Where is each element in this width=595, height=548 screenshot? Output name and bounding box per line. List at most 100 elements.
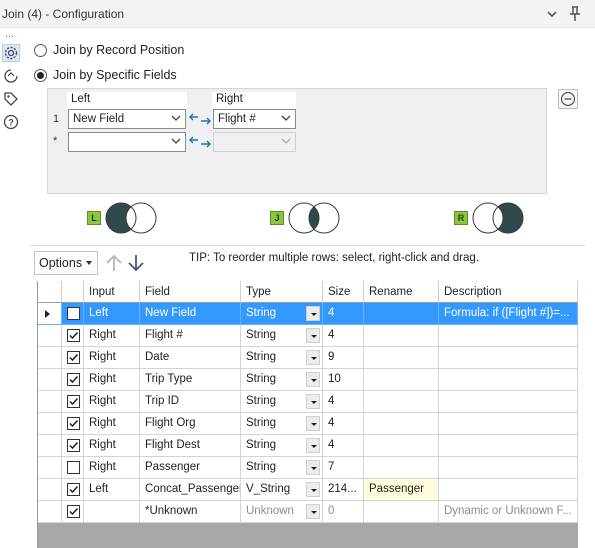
input-cell[interactable]: Left xyxy=(84,479,140,501)
radio-specific-fields[interactable]: Join by Specific Fields xyxy=(34,67,177,83)
type-select[interactable]: V_String xyxy=(241,479,323,501)
type-select[interactable]: String xyxy=(241,369,323,391)
table-row[interactable]: Right Passenger String 7 xyxy=(38,457,578,479)
dropdown-arrow-icon[interactable] xyxy=(306,394,320,409)
rename-cell[interactable] xyxy=(364,413,439,435)
field-cell[interactable]: Flight Dest xyxy=(140,435,241,457)
input-cell[interactable]: Right xyxy=(84,457,140,479)
type-select[interactable]: Unknown xyxy=(241,501,323,523)
table-row[interactable]: Right Flight # String 4 xyxy=(38,325,578,347)
grid-header-type[interactable]: Type xyxy=(241,281,323,303)
input-cell[interactable] xyxy=(84,501,140,523)
description-cell[interactable]: Formula: if ([Flight #])=... xyxy=(439,303,578,325)
size-cell[interactable]: 4 xyxy=(323,435,364,457)
grid-header-rename[interactable]: Rename xyxy=(364,281,439,303)
options-button[interactable]: Options xyxy=(34,251,98,275)
dropdown-arrow-icon[interactable] xyxy=(306,482,320,497)
right-field-select[interactable]: Flight # xyxy=(213,109,296,129)
table-row[interactable]: Right Date String 9 xyxy=(38,347,578,369)
include-checkbox[interactable] xyxy=(67,505,80,518)
size-cell[interactable]: 4 xyxy=(323,391,364,413)
description-cell[interactable] xyxy=(439,457,578,479)
description-cell[interactable] xyxy=(439,413,578,435)
field-cell[interactable]: Flight # xyxy=(140,325,241,347)
grid-header-input[interactable]: Input xyxy=(84,281,140,303)
description-cell[interactable] xyxy=(439,479,578,501)
dropdown-arrow-icon[interactable] xyxy=(306,504,320,519)
dropdown-arrow-icon[interactable] xyxy=(306,460,320,475)
rename-cell[interactable]: Passenger xyxy=(364,479,439,501)
rename-cell[interactable] xyxy=(364,325,439,347)
grid-header-size[interactable]: Size xyxy=(323,281,364,303)
dropdown-arrow-icon[interactable] xyxy=(306,306,320,321)
size-cell[interactable]: 214... xyxy=(323,479,364,501)
row-indicator[interactable] xyxy=(38,391,62,413)
row-indicator[interactable] xyxy=(38,479,62,501)
input-cell[interactable]: Right xyxy=(84,391,140,413)
field-cell[interactable]: New Field xyxy=(140,303,241,325)
table-row[interactable]: Right Flight Dest String 4 xyxy=(38,435,578,457)
description-cell[interactable] xyxy=(439,391,578,413)
row-indicator[interactable] xyxy=(38,347,62,369)
field-cell[interactable]: Flight Org xyxy=(140,413,241,435)
table-row[interactable]: *Unknown Unknown 0 Dynamic or Unknown F... xyxy=(38,501,578,523)
input-cell[interactable]: Right xyxy=(84,413,140,435)
include-checkbox[interactable] xyxy=(67,461,80,474)
remove-row-button[interactable] xyxy=(558,89,578,109)
rename-cell[interactable] xyxy=(364,457,439,479)
dropdown-arrow-icon[interactable] xyxy=(306,350,320,365)
size-cell[interactable]: 4 xyxy=(323,303,364,325)
rename-cell[interactable] xyxy=(364,391,439,413)
include-checkbox[interactable] xyxy=(67,329,80,342)
move-up-icon[interactable] xyxy=(104,252,124,274)
radio-button[interactable] xyxy=(34,68,47,82)
input-cell[interactable]: Right xyxy=(84,435,140,457)
pin-icon[interactable] xyxy=(567,5,583,23)
size-cell[interactable]: 9 xyxy=(323,347,364,369)
field-cell[interactable]: Passenger xyxy=(140,457,241,479)
type-select[interactable]: String xyxy=(241,413,323,435)
row-indicator[interactable] xyxy=(38,457,62,479)
help-icon[interactable]: ? xyxy=(2,113,20,131)
include-checkbox[interactable] xyxy=(67,307,80,320)
include-checkbox[interactable] xyxy=(67,483,80,496)
left-field-select[interactable]: New Field xyxy=(68,109,186,129)
description-cell[interactable]: Dynamic or Unknown F... xyxy=(439,501,578,523)
table-row[interactable]: Right Trip Type String 10 xyxy=(38,369,578,391)
include-checkbox[interactable] xyxy=(67,439,80,452)
grid-header-field[interactable]: Field xyxy=(140,281,241,303)
rename-cell[interactable] xyxy=(364,303,439,325)
field-cell[interactable]: Date xyxy=(140,347,241,369)
move-down-icon[interactable] xyxy=(126,252,146,274)
type-select[interactable]: String xyxy=(241,303,323,325)
row-indicator[interactable] xyxy=(38,303,62,325)
type-select[interactable]: String xyxy=(241,435,323,457)
rename-cell[interactable] xyxy=(364,435,439,457)
rename-cell[interactable] xyxy=(364,501,439,523)
input-cell[interactable]: Right xyxy=(84,325,140,347)
field-cell[interactable]: Concat_Passenger xyxy=(140,479,241,501)
description-cell[interactable] xyxy=(439,369,578,391)
row-indicator[interactable] xyxy=(38,413,62,435)
include-checkbox[interactable] xyxy=(67,373,80,386)
rename-cell[interactable] xyxy=(364,347,439,369)
type-select[interactable]: String xyxy=(241,391,323,413)
size-cell[interactable]: 10 xyxy=(323,369,364,391)
description-cell[interactable] xyxy=(439,435,578,457)
table-row[interactable]: Left New Field String 4 Formula: if ([Flight… xyxy=(38,303,578,325)
dropdown-arrow-icon[interactable] xyxy=(306,328,320,343)
dropdown-arrow-icon[interactable] xyxy=(306,438,320,453)
row-indicator[interactable] xyxy=(38,325,62,347)
type-select[interactable]: String xyxy=(241,325,323,347)
radio-button[interactable] xyxy=(34,43,47,57)
field-cell[interactable]: Trip Type xyxy=(140,369,241,391)
left-field-select-new[interactable] xyxy=(68,132,186,152)
type-select[interactable]: String xyxy=(241,347,323,369)
table-row[interactable]: Right Flight Org String 4 xyxy=(38,413,578,435)
description-cell[interactable] xyxy=(439,325,578,347)
input-cell[interactable]: Right xyxy=(84,369,140,391)
refresh-icon[interactable] xyxy=(2,67,20,85)
size-cell[interactable]: 7 xyxy=(323,457,364,479)
field-cell[interactable]: Trip ID xyxy=(140,391,241,413)
type-select[interactable]: String xyxy=(241,457,323,479)
